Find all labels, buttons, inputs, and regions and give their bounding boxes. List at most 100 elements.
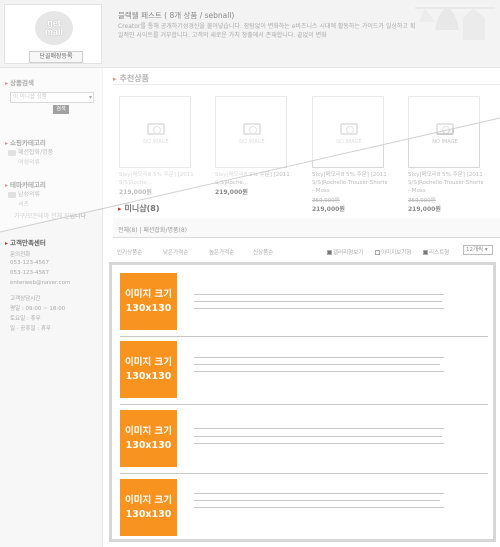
customer-center-heading: 고객만족센터	[5, 237, 46, 247]
no-image-text: NO IMAGE	[336, 139, 362, 145]
line	[194, 357, 444, 358]
register-favorite-button[interactable]: 단골매장등록	[29, 51, 83, 63]
hours-sunday: 일 · 공휴일 : 휴무	[10, 326, 51, 332]
product-card[interactable]: NO IMAGE Sixy[메모리8 5% 주문] [2011 S/S]Roch…	[119, 96, 194, 196]
placeholder-text: 이미지 크기	[124, 356, 172, 368]
product-card[interactable]: NO IMAGE Sixy[메모리8 5% 주문] [2011 S/S]Roch…	[215, 96, 290, 196]
sort-popular[interactable]: 인기상품순	[117, 248, 142, 256]
no-image-text: NO IMAGE	[432, 139, 458, 145]
recommended-title: 추천상품	[113, 73, 149, 84]
line	[194, 364, 440, 365]
camera-icon	[147, 123, 165, 135]
list-item[interactable]: 이미지 크기 130x130	[120, 479, 488, 537]
product-image-placeholder[interactable]: NO IMAGE	[312, 96, 384, 168]
shop-header: get mall 단골매장등록 블랙웰 페스트 ( 8개 상품 / sebnal…	[0, 0, 500, 68]
sort-bar: 인기상품순 낮은가격순 높은가격순 신상품순 갤러리형보기 이미지보기형 리스트…	[113, 244, 500, 258]
placeholder-text: 이미지 크기	[124, 288, 172, 300]
placeholder-size: 130x130	[125, 508, 172, 520]
minishop-title: 미니샵(8)	[118, 203, 160, 214]
product-name[interactable]: Sixy[메모리8 5% 주문] [2011 S/S]Roche...	[119, 171, 197, 187]
camera-icon	[436, 123, 454, 135]
category-tabs: 전체(8) | 패션잡화/명품(8)	[113, 218, 500, 238]
placeholder-text: 이미지 크기	[124, 425, 172, 437]
theme-sub-item[interactable]: 셔츠	[18, 199, 29, 208]
shop-title: 블랙웰 페스트 ( 8개 상품 / sebnall)	[118, 11, 235, 20]
no-image-text: NO IMAGE	[239, 139, 265, 145]
hours-label: 고객상담시간	[10, 296, 41, 302]
shop-description: Creator를 통해 공개하기성경신을 불어넣습니다. 잠탐없이 변화하는 e…	[118, 23, 416, 39]
no-image-text: NO IMAGE	[143, 139, 169, 145]
phone-label: 문의전화	[10, 252, 31, 258]
category-folder-label: 패션잡화/명품	[18, 149, 54, 156]
checkbox-icon	[423, 250, 428, 255]
line	[194, 294, 444, 295]
product-card[interactable]: NO IMAGE Sixy[메모리8 5% 주문] [2011 S/S]Roch…	[408, 96, 483, 213]
search-scope-value: 이 미니샵 상품	[13, 94, 47, 100]
product-image-placeholder[interactable]: NO IMAGE	[408, 96, 480, 168]
line	[194, 507, 444, 508]
item-image-placeholder[interactable]: 이미지 크기 130x130	[120, 341, 177, 398]
sort-low-price[interactable]: 낮은가격순	[163, 248, 188, 256]
product-search-heading: 상품검색	[5, 77, 34, 87]
line	[194, 301, 442, 302]
product-name[interactable]: Sixy[메모리8 5% 주문] [2011 S/S]Rochelle Trou…	[312, 171, 390, 195]
view-gallery-option[interactable]: 갤러리형보기	[327, 248, 363, 256]
hours-weekday: 평일 : 09:00 ~ 18:00	[10, 306, 66, 312]
item-image-placeholder[interactable]: 이미지 크기 130x130	[120, 410, 177, 467]
chevron-down-icon: ▾	[88, 94, 92, 101]
item-image-placeholder[interactable]: 이미지 크기 130x130	[120, 479, 177, 536]
divider	[120, 336, 488, 337]
view-image-option[interactable]: 이미지보기형	[375, 248, 411, 256]
category-folder-item[interactable]: 패션잡화/명품	[8, 147, 53, 156]
logo-text-line2: mall	[44, 27, 63, 37]
list-item[interactable]: 이미지 크기 130x130	[120, 341, 488, 405]
product-name[interactable]: Sixy[메모리8 5% 주문] [2011 S/S]Rochelle Trou…	[408, 171, 486, 195]
product-price: 219,000원	[408, 206, 441, 213]
shopping-category-heading: 쇼핑카테고리	[5, 137, 46, 147]
line	[194, 436, 442, 437]
product-price: 219,000원	[119, 189, 152, 196]
list-item[interactable]: 이미지 크기 130x130	[120, 273, 488, 337]
theme-sub-item-2[interactable]: 가구/모든테마 전체 진입니다	[14, 211, 86, 220]
sort-newest[interactable]: 신상품순	[253, 248, 273, 256]
divider	[120, 404, 488, 405]
product-image-placeholder[interactable]: NO IMAGE	[119, 96, 191, 168]
logo-box: get mall 단골매장등록	[4, 4, 102, 64]
folder-icon	[8, 149, 16, 156]
line	[194, 500, 440, 501]
placeholder-size: 130x130	[125, 370, 172, 382]
divider	[120, 473, 488, 474]
line	[194, 443, 444, 444]
placeholder-size: 130x130	[125, 302, 172, 314]
checkbox-icon	[327, 250, 332, 255]
search-button[interactable]: 검색	[53, 105, 69, 114]
product-original-price: 350,000원	[312, 198, 340, 204]
search-scope-select[interactable]: 이 미니샵 상품 ▾	[10, 92, 94, 103]
placeholder-size: 130x130	[125, 439, 172, 451]
product-card[interactable]: NO IMAGE Sixy[메모리8 5% 주문] [2011 S/S]Roch…	[312, 96, 387, 213]
phone-number-1: 053-123-4567	[10, 260, 49, 266]
category-sub-item[interactable]: 여성의류	[18, 157, 40, 166]
checkbox-icon	[375, 250, 380, 255]
hours-saturday: 토요일 : 휴무	[10, 316, 41, 322]
view-gallery-label: 갤러리형보기	[333, 250, 364, 256]
getmall-logo[interactable]: get mall	[35, 11, 73, 45]
theme-folder-item[interactable]: 남성의류	[8, 189, 40, 198]
line	[194, 371, 444, 372]
product-name[interactable]: Sixy[메모리8 5% 주문] [2011 S/S]Roche...	[215, 171, 293, 187]
view-list-option[interactable]: 리스트형	[423, 248, 449, 256]
line	[194, 428, 444, 429]
product-image-placeholder[interactable]: NO IMAGE	[215, 96, 287, 168]
view-list-label: 리스트형	[429, 250, 450, 256]
placeholder-text: 이미지 크기	[124, 494, 172, 506]
item-image-placeholder[interactable]: 이미지 크기 130x130	[120, 273, 177, 330]
tab-all[interactable]: 전체(8) | 패션잡화/명품(8)	[118, 227, 187, 234]
items-per-page-select[interactable]: 12개씩 ▾	[463, 245, 493, 255]
sort-high-price[interactable]: 높은가격순	[209, 248, 234, 256]
product-list: 이미지 크기 130x130 이미지 크기 130x130 이미지 크기 130…	[109, 262, 496, 542]
email-address[interactable]: enterweb@naver.com	[10, 280, 70, 286]
list-item[interactable]: 이미지 크기 130x130	[120, 410, 488, 474]
camera-icon	[340, 123, 358, 135]
line	[194, 493, 444, 494]
product-original-price: 350,000원	[408, 198, 436, 204]
